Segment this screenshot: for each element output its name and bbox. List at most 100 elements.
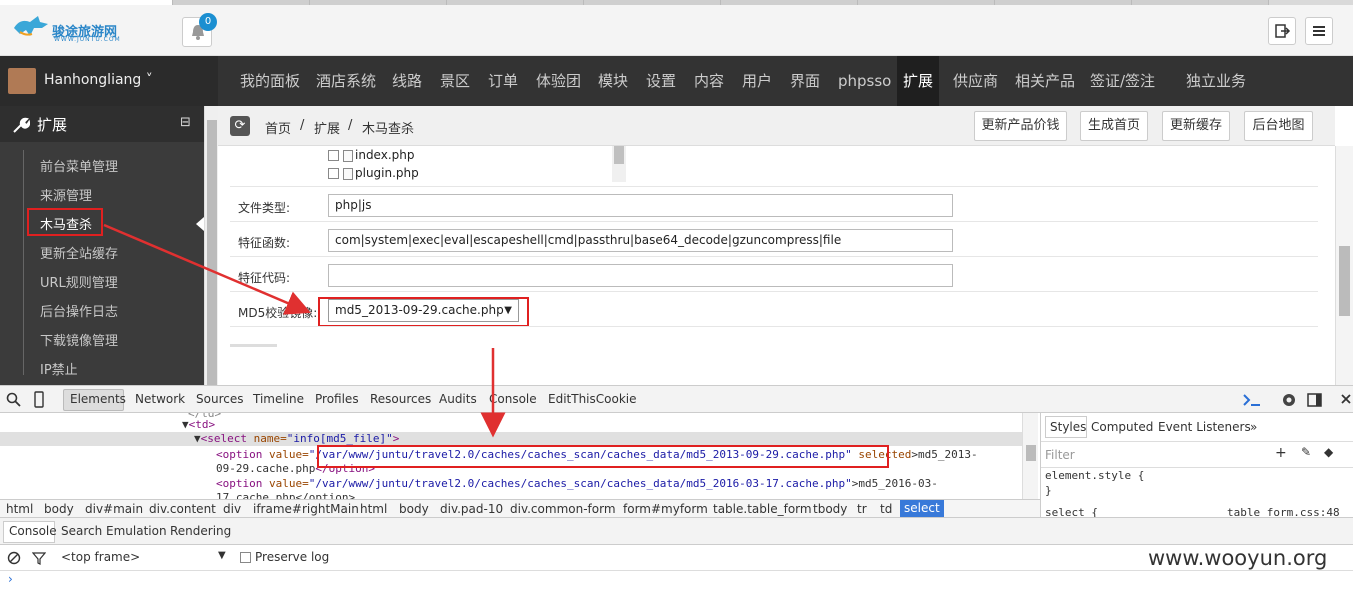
site-logo[interactable]: 骏途旅游网 WWW.JUNTU.COM <box>12 14 132 44</box>
update-cache-button[interactable]: 更新缓存 <box>1162 111 1230 141</box>
tab-sources[interactable]: Sources <box>196 392 243 406</box>
more-tabs[interactable]: » <box>1250 420 1257 434</box>
nav-item[interactable]: 界面 <box>784 56 826 106</box>
dom-crumb[interactable]: table.table_form <box>713 502 812 516</box>
code-line[interactable]: ▼<td> <box>182 418 215 431</box>
nav-item[interactable]: 用户 <box>736 56 778 106</box>
nav-item[interactable]: 我的面板 <box>234 56 306 106</box>
file-type-input[interactable]: php|js <box>328 194 953 217</box>
sidebar-item[interactable]: 后台操作日志 <box>40 301 118 320</box>
tab-editthiscookie[interactable]: EditThisCookie <box>548 392 637 406</box>
dom-crumb[interactable]: form#myform <box>623 502 708 516</box>
dom-crumb[interactable]: div.content <box>149 502 216 516</box>
tab-resources[interactable]: Resources <box>370 392 431 406</box>
tab-network[interactable]: Network <box>135 392 185 406</box>
drawer-tab-rendering[interactable]: Rendering <box>170 524 231 538</box>
menu-button[interactable] <box>1305 17 1333 45</box>
file-item[interactable]: plugin.php <box>328 166 419 182</box>
checkbox[interactable] <box>328 168 339 179</box>
filter-icon[interactable] <box>32 551 46 565</box>
tab-console[interactable]: Console <box>489 392 537 406</box>
code-line-option2[interactable]: <option value="/var/www/juntu/travel2.0/… <box>216 477 938 490</box>
tab-audits[interactable]: Audits <box>439 392 477 406</box>
style-rule[interactable]: element.style { <box>1045 469 1144 482</box>
sidebar-item[interactable]: 更新全站缓存 <box>40 243 118 262</box>
dom-crumb-selected[interactable]: select <box>900 500 944 517</box>
sidebar-item[interactable]: URL规则管理 <box>40 272 118 291</box>
logout-button[interactable] <box>1268 17 1296 45</box>
frame-select[interactable]: <top frame> <box>61 550 140 564</box>
file-item[interactable]: index.php <box>328 148 414 164</box>
nav-item[interactable]: 模块 <box>592 56 634 106</box>
nav-item[interactable]: 独立业务 <box>1180 56 1252 106</box>
add-rule-icon[interactable]: + <box>1275 445 1287 461</box>
gear-icon[interactable] <box>1280 391 1298 409</box>
breadcrumb-home[interactable]: 首页 <box>265 118 291 137</box>
nav-item[interactable]: 订单 <box>482 56 524 106</box>
sidebar-item[interactable]: 来源管理 <box>40 185 92 204</box>
collapse-icon[interactable]: ⊟ <box>180 115 191 130</box>
func-input[interactable]: com|system|exec|eval|escapeshell|cmd|pas… <box>328 229 953 252</box>
sidebar-scrollbar[interactable] <box>204 106 218 385</box>
tab-event-listeners[interactable]: Event Listeners <box>1158 420 1251 434</box>
code-line-option2-cont[interactable]: 17.cache.php</option> <box>216 491 355 499</box>
dom-crumb[interactable]: html <box>6 502 33 516</box>
nav-item[interactable]: 相关产品 <box>1009 56 1081 106</box>
user-menu[interactable]: Hanhongliang ˅ <box>44 72 153 88</box>
selected-node-row[interactable] <box>0 432 1022 446</box>
sitemap-button[interactable]: 后台地图 <box>1244 111 1313 141</box>
console-drawer-icon[interactable] <box>1242 392 1262 408</box>
dom-crumb[interactable]: body <box>44 502 74 516</box>
tab-timeline[interactable]: Timeline <box>253 392 304 406</box>
dom-crumb[interactable]: body <box>399 502 429 516</box>
code-scrollbar[interactable] <box>1022 413 1038 499</box>
generate-home-button[interactable]: 生成首页 <box>1080 111 1148 141</box>
dom-crumb[interactable]: div.common-form <box>510 502 616 516</box>
styles-filter-input[interactable]: Filter <box>1045 448 1075 462</box>
checkbox[interactable] <box>328 150 339 161</box>
nav-item[interactable]: 设置 <box>640 56 682 106</box>
dom-crumb[interactable]: div#main <box>85 502 143 516</box>
console-prompt[interactable]: › <box>8 572 13 586</box>
sidebar-item[interactable]: IP禁止 <box>40 359 78 378</box>
preserve-log-checkbox[interactable] <box>240 552 251 563</box>
nav-item[interactable]: 内容 <box>688 56 730 106</box>
nav-item[interactable]: 线路 <box>386 56 428 106</box>
refresh-icon[interactable]: ⟳ <box>230 116 250 136</box>
device-icon[interactable] <box>32 391 46 409</box>
nav-item[interactable]: 供应商 <box>947 56 1004 106</box>
tab-computed[interactable]: Computed <box>1091 420 1153 434</box>
drawer-tab-console[interactable]: Console <box>9 524 57 538</box>
nav-item[interactable]: 景区 <box>434 56 476 106</box>
code-input[interactable] <box>328 264 953 287</box>
frame-dropdown-icon[interactable]: ▼ <box>218 550 226 561</box>
clear-console-icon[interactable] <box>7 551 21 565</box>
main-scrollbar[interactable] <box>1335 146 1353 385</box>
close-icon[interactable] <box>1339 392 1353 406</box>
dom-crumb[interactable]: td <box>880 502 892 516</box>
code-line-select[interactable]: ▼<select name="info[md5_file]"> <box>194 432 399 445</box>
file-list-scrollbar[interactable] <box>612 146 626 182</box>
update-prices-button[interactable]: 更新产品价钱 <box>974 111 1067 141</box>
dom-crumb[interactable]: html <box>360 502 387 516</box>
drawer-tab-search[interactable]: Search <box>61 524 102 538</box>
sidebar-item[interactable]: 前台菜单管理 <box>40 156 118 175</box>
tab-elements[interactable]: Elements <box>70 392 126 406</box>
nav-item-active[interactable]: 扩展 <box>897 56 940 106</box>
tab-profiles[interactable]: Profiles <box>315 392 359 406</box>
avatar[interactable] <box>8 68 36 94</box>
color-format-icon[interactable]: ◆ <box>1324 445 1333 459</box>
nav-item[interactable]: phpsso <box>832 56 897 106</box>
nav-item[interactable]: 酒店系统 <box>310 56 382 106</box>
dom-crumb[interactable]: div.pad-10 <box>440 502 503 516</box>
dom-crumb[interactable]: tr <box>857 502 867 516</box>
dom-crumb[interactable]: iframe#rightMain <box>253 502 359 516</box>
dock-icon[interactable] <box>1306 391 1324 409</box>
nav-item[interactable]: 体验团 <box>530 56 587 106</box>
tab-styles[interactable]: Styles <box>1050 420 1086 434</box>
dom-crumb[interactable]: tbody <box>813 502 847 516</box>
search-icon[interactable] <box>6 392 22 408</box>
drawer-tab-emulation[interactable]: Emulation <box>106 524 167 538</box>
pin-icon[interactable]: ✎ <box>1301 445 1311 459</box>
breadcrumb-section[interactable]: 扩展 <box>314 118 340 137</box>
